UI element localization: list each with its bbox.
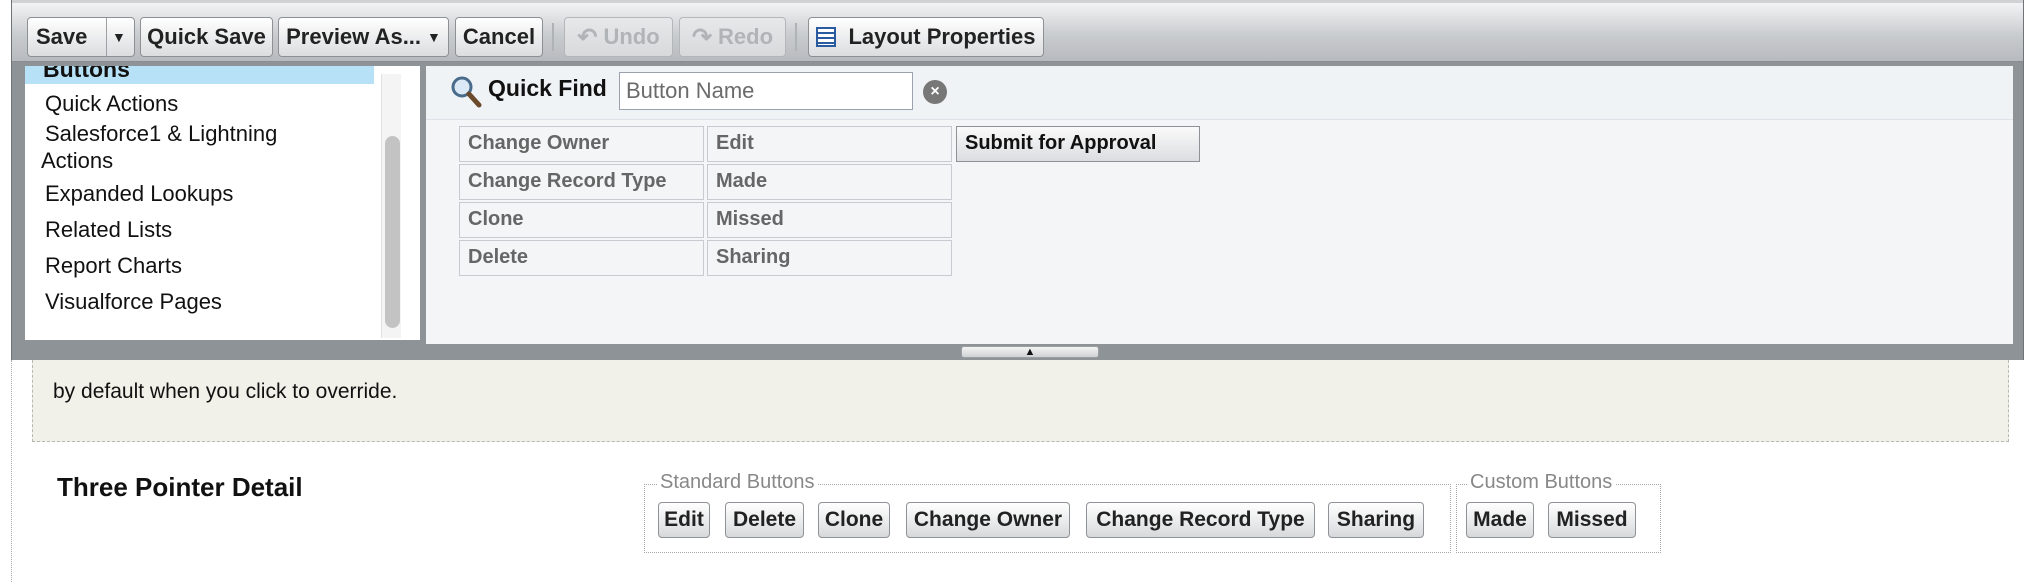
palette-button-missed[interactable]: Missed [707,202,952,238]
page-layout-editor: Save ▼ Quick Save Preview As... ▼ Cancel… [11,0,2024,360]
palette-category-related-lists[interactable]: Related Lists [25,216,385,244]
collapse-palette-handle[interactable]: ▲ [961,346,1099,358]
redo-button[interactable]: ↷ Redo [679,17,786,57]
palette-button-edit[interactable]: Edit [707,126,952,162]
chevron-down-icon[interactable]: ▼ [112,29,126,45]
palette-category-lightning-actions[interactable]: Salesforce1 & Lightning Actions [25,120,385,174]
standard-button-sharing[interactable]: Sharing [1328,502,1424,538]
palette-scrollbar-thumb[interactable] [385,136,400,328]
layout-properties-icon [816,27,837,47]
quick-save-button[interactable]: Quick Save [140,17,273,57]
standard-button-clone[interactable]: Clone [818,502,890,538]
toolbar-separator [795,23,797,51]
palette-button-made[interactable]: Made [707,164,952,200]
info-box: by default when you click to override. [32,360,2009,442]
save-split-divider [106,18,107,56]
palette-category-selected[interactable]: Buttons [25,66,374,84]
redo-label: Redo [718,24,774,49]
standard-button-delete[interactable]: Delete [725,502,804,538]
standard-button-edit[interactable]: Edit [658,502,710,538]
palette-button-change-record-type[interactable]: Change Record Type [459,164,704,200]
palette-items-panel: Quick Find × Change Owner Change Record … [426,66,2013,344]
palette-button-submit-for-approval[interactable]: Submit for Approval [956,126,1200,162]
palette-button-change-owner[interactable]: Change Owner [459,126,704,162]
palette-category-line: Actions [41,148,114,173]
chevron-down-icon: ▼ [427,29,441,45]
preview-as-label: Preview As... [286,24,422,49]
palette-button-clone[interactable]: Clone [459,202,704,238]
cancel-button[interactable]: Cancel [455,17,543,57]
preview-as-button[interactable]: Preview As... ▼ [278,17,449,57]
search-icon [451,76,482,108]
save-button[interactable]: Save ▼ [27,17,135,57]
palette-category-report-charts[interactable]: Report Charts [25,252,385,280]
custom-button-made[interactable]: Made [1466,502,1534,538]
undo-button[interactable]: ↶ Undo [564,17,673,57]
page-divider [11,360,12,582]
palette-category-expanded-lookups[interactable]: Expanded Lookups [25,180,385,208]
quick-find-label: Quick Find [488,75,607,101]
standard-button-change-record-type[interactable]: Change Record Type [1086,502,1315,538]
palette-category-visualforce-pages[interactable]: Visualforce Pages [25,288,385,316]
undo-label: Undo [603,24,660,49]
palette-categories: Quick Actions Salesforce1 & Lightning Ac… [25,90,385,316]
save-label: Save [36,24,88,49]
layout-properties-button[interactable]: Layout Properties [808,17,1044,57]
toolbar-separator [552,23,554,51]
palette-button-delete[interactable]: Delete [459,240,704,276]
editor-toolbar: Save ▼ Quick Save Preview As... ▼ Cancel… [12,0,2023,62]
custom-buttons-legend: Custom Buttons [1467,471,1616,494]
palette-button-sharing[interactable]: Sharing [707,240,952,276]
redo-icon: ↷ [691,23,713,51]
palette-category-list: Buttons Quick Actions Salesforce1 & Ligh… [25,66,420,340]
standard-buttons-legend: Standard Buttons [657,471,818,494]
undo-icon: ↶ [577,23,598,51]
palette-category-quick-actions[interactable]: Quick Actions [25,90,385,118]
clear-icon[interactable]: × [923,80,947,104]
quick-find-bar: Quick Find × [426,66,2013,120]
section-title: Three Pointer Detail [57,472,303,502]
quick-find-input[interactable] [619,72,913,110]
info-text: by default when you click to override. [53,380,398,403]
palette-category-line: Salesforce1 & Lightning [45,121,278,146]
layout-properties-label: Layout Properties [848,24,1036,49]
standard-button-change-owner[interactable]: Change Owner [906,502,1070,538]
custom-button-missed[interactable]: Missed [1548,502,1636,538]
